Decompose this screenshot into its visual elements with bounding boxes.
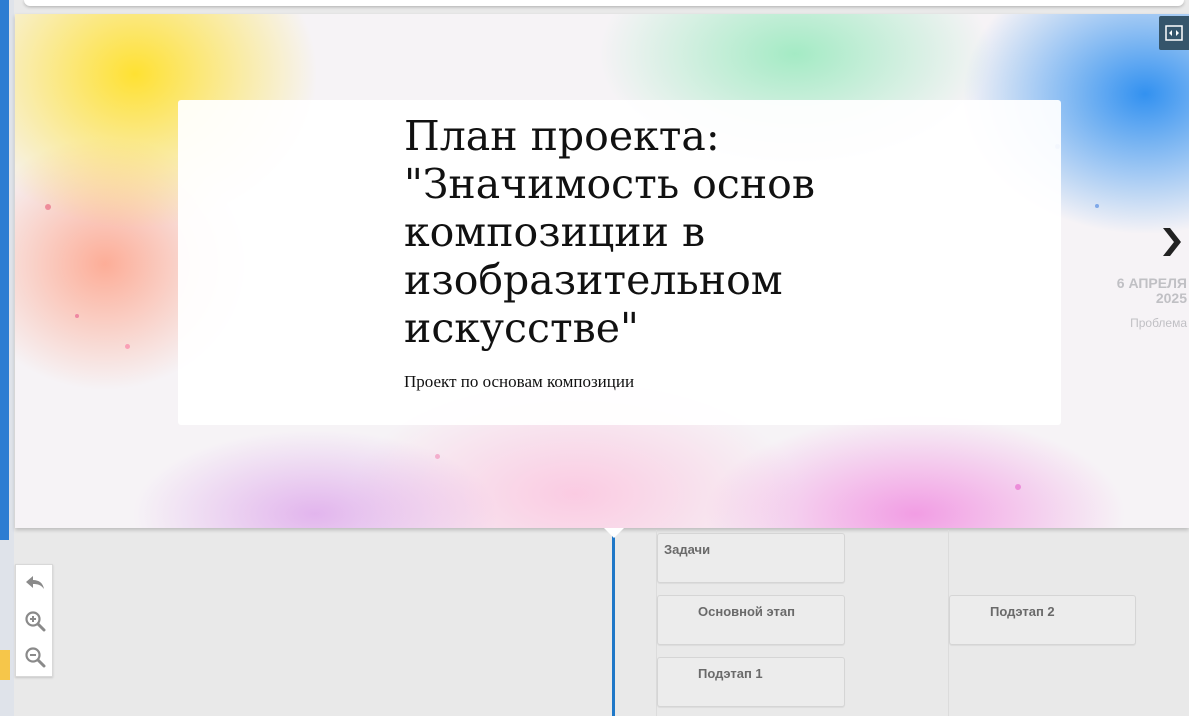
paint-splash [75,314,79,318]
fullscreen-icon [1165,25,1183,41]
event-label: Задачи [664,542,711,557]
zoom-out-button[interactable] [16,639,54,675]
zoom-in-button[interactable] [16,603,54,639]
slide-title: План проекта: "Значимость основ композиц… [404,112,815,352]
next-event-description: Проблема [1130,316,1187,330]
timeline-current-line [612,536,615,716]
timeline-event-card[interactable]: Основной этап [657,595,845,645]
title-card: План проекта: "Значимость основ композиц… [178,100,1061,425]
event-label: Основной этап [698,604,795,619]
timeline-event-card[interactable]: Подэтап 2 [949,595,1136,645]
slide-subtitle: Проект по основам композиции [404,372,635,391]
event-label: Подэтап 1 [698,666,763,681]
timeline-event-card[interactable]: Подэтап 1 [657,657,845,707]
zoom-out-icon [25,647,46,668]
fullscreen-button[interactable] [1159,16,1189,50]
event-label: Подэтап 2 [990,604,1055,619]
chevron-right-icon [1163,228,1181,256]
host-page-edge [0,0,14,716]
timeline-event-card[interactable]: Задачи [657,533,845,583]
zoom-toolbar [15,564,53,677]
title-slide: План проекта: "Значимость основ композиц… [15,14,1189,528]
next-event-date: 6 АПРЕЛЯ 2025 [1116,275,1187,306]
back-button[interactable] [16,565,54,601]
zoom-in-icon [25,611,46,632]
timeline-current-marker [604,528,624,538]
next-slide-button[interactable] [1157,222,1187,262]
host-yellow-tab [0,650,10,680]
host-top-bar [24,0,1184,6]
host-blue-strip [0,0,9,540]
paint-splash [1015,484,1021,490]
back-arrow-icon [26,576,44,589]
paint-splash [125,344,130,349]
timeline-viewer: План проекта: "Значимость основ композиц… [0,0,1189,716]
paint-splash [435,454,440,459]
paint-splash [45,204,51,210]
paint-splash [1095,204,1099,208]
